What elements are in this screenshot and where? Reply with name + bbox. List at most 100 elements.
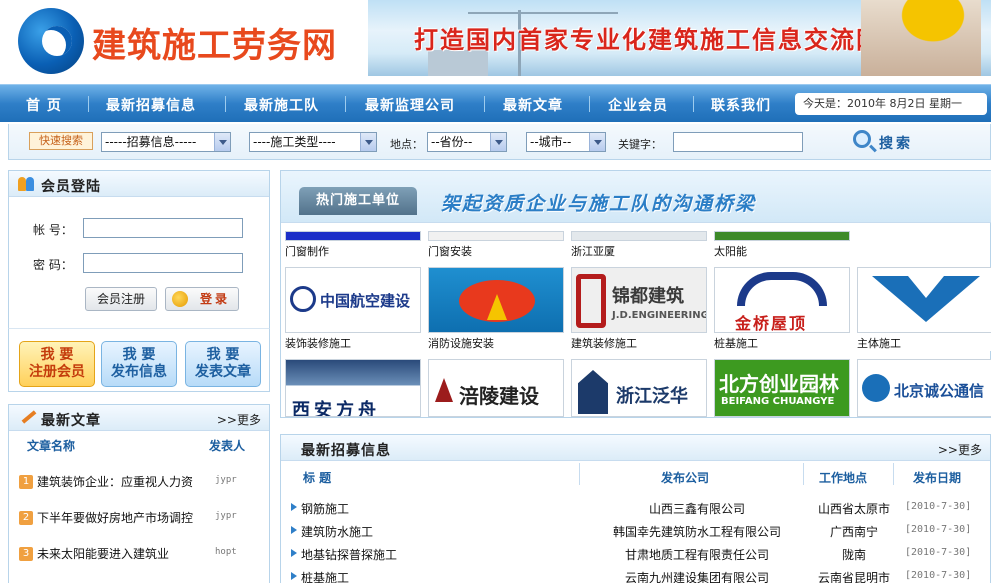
- recruit-date: [2010-7-30]: [905, 524, 972, 535]
- password-input[interactable]: [83, 253, 243, 273]
- recruit-title-link[interactable]: 钢筋施工: [301, 500, 349, 517]
- company-caption[interactable]: 消防设施安装: [428, 335, 494, 351]
- nav-teams[interactable]: 最新施工队: [244, 95, 319, 115]
- article-row[interactable]: 2 下半年要做好房地产市场调控 jypr: [19, 509, 259, 527]
- site-logo[interactable]: 建筑施工劳务网: [18, 6, 358, 74]
- register-member-button[interactable]: 我 要 注册会员: [19, 341, 95, 387]
- logo-text: 北方创业园林: [719, 372, 839, 396]
- company-caption[interactable]: 门窗安装: [428, 243, 472, 259]
- company-caption[interactable]: 装饰装修施工: [285, 335, 351, 351]
- company-tile[interactable]: 北京诚公通信: [855, 359, 991, 417]
- company-tile[interactable]: 主体施工: [855, 267, 991, 351]
- company-tile[interactable]: 浙江泛华: [569, 359, 711, 417]
- register-button[interactable]: 会员注册: [85, 287, 157, 311]
- article-row[interactable]: 3 未来太阳能要进入建筑业 hopt: [19, 545, 259, 563]
- company-tile[interactable]: 涪陵建设: [426, 359, 568, 417]
- company-tile[interactable]: 西安方舟: [283, 359, 425, 417]
- chevron-down-icon[interactable]: [589, 133, 605, 151]
- chevron-down-icon[interactable]: [490, 133, 506, 151]
- company-tile[interactable]: 锦都建筑 J.D.ENGINEERING 建筑装修施工: [569, 267, 711, 351]
- jd-emblem-icon: [576, 274, 606, 328]
- company-logo: [571, 231, 707, 241]
- logo-text: 涪陵建设: [459, 384, 539, 408]
- search-bar: 快速搜索 -----招募信息----- ----施工类型---- 地点： --省…: [8, 124, 991, 160]
- company-caption[interactable]: 太阳能: [714, 243, 747, 259]
- company-tile[interactable]: 浙江亚厦: [569, 231, 711, 261]
- featured-tab[interactable]: 热门施工单位: [299, 187, 417, 215]
- province-select[interactable]: --省份--: [427, 132, 507, 152]
- telecom-emblem-icon: [862, 374, 890, 402]
- construction-type-select[interactable]: ----施工类型----: [249, 132, 377, 152]
- company-caption[interactable]: 桩基施工: [714, 335, 758, 351]
- recruit-title-link[interactable]: 地基钻探普探施工: [301, 546, 397, 563]
- nav-articles[interactable]: 最新文章: [503, 95, 563, 115]
- nav-divider: [225, 96, 226, 112]
- company-caption[interactable]: 门窗制作: [285, 243, 329, 259]
- crane-jib: [468, 12, 618, 14]
- bullet-arrow-icon: [291, 503, 301, 511]
- action-line1: 我 要: [40, 347, 74, 363]
- latest-recruit-panel: 最新招募信息 >>更多 标 题 发布公司 工作地点 发布日期 钢筋施工 山西三鑫…: [280, 434, 991, 583]
- company-tile[interactable]: 北方创业园林 BEIFANG CHUANGYE: [712, 359, 854, 417]
- company-logo: [285, 231, 421, 241]
- nav-recruit[interactable]: 最新招募信息: [106, 95, 196, 115]
- chevron-down-icon[interactable]: [214, 133, 230, 151]
- title-column-header: 标 题: [303, 471, 332, 485]
- company-logo: 金桥屋顶: [714, 267, 850, 333]
- company-logo: 西安方舟: [285, 359, 421, 417]
- logo-emblem-icon: [18, 8, 84, 74]
- article-title[interactable]: 未来太阳能要进入建筑业: [37, 545, 169, 562]
- article-title[interactable]: 建筑装饰企业：应重视人力资: [37, 473, 193, 490]
- company-caption[interactable]: 建筑装修施工: [571, 335, 637, 351]
- login-panel-header: 会员登陆: [9, 171, 269, 197]
- login-button-label: 登录: [200, 292, 231, 306]
- recruit-type-select[interactable]: -----招募信息-----: [101, 132, 231, 152]
- account-input[interactable]: [83, 218, 243, 238]
- city-select[interactable]: --城市--: [526, 132, 606, 152]
- nav-contact[interactable]: 联系我们: [711, 95, 771, 115]
- chevron-down-icon[interactable]: [360, 133, 376, 151]
- recruit-location: 陇南: [841, 548, 866, 562]
- nav-supervision[interactable]: 最新监理公司: [365, 95, 455, 115]
- company-tile[interactable]: 门窗安装: [426, 231, 568, 261]
- post-article-button[interactable]: 我 要 发表文章: [185, 341, 261, 387]
- post-info-button[interactable]: 我 要 发布信息: [101, 341, 177, 387]
- logo-text: 金桥屋顶: [735, 314, 808, 333]
- column-divider: [893, 463, 894, 485]
- nav-divider: [88, 96, 89, 112]
- members-icon: [18, 177, 36, 191]
- company-tile[interactable]: 太阳能: [712, 231, 854, 261]
- quick-search-button[interactable]: 快速搜索: [29, 132, 93, 150]
- nav-home[interactable]: 首 页: [26, 95, 62, 115]
- article-title[interactable]: 下半年要做好房地产市场调控: [37, 509, 193, 526]
- company-tile[interactable]: 中国航空建设 装饰装修施工: [283, 267, 425, 351]
- article-row[interactable]: 1 建筑装饰企业：应重视人力资 jypr: [19, 473, 259, 491]
- company-tile[interactable]: 消防设施安装: [426, 267, 568, 351]
- company-logo: 涪陵建设: [428, 359, 564, 417]
- recruit-title-link[interactable]: 桩基施工: [301, 569, 349, 583]
- company-caption[interactable]: 浙江亚厦: [571, 243, 615, 259]
- recruit-row[interactable]: 钢筋施工 山西三鑫有限公司 山西省太原市 [2010-7-30]: [291, 497, 989, 519]
- featured-companies-panel: 热门施工单位 架起资质企业与施工队的沟通桥梁 门窗制作 门窗安装 浙江亚厦 太阳…: [280, 170, 991, 418]
- logo-text: 浙江泛华: [616, 386, 688, 407]
- logo-text: 西安方舟: [292, 400, 380, 417]
- keyword-input[interactable]: [673, 132, 803, 152]
- w-notch: [908, 276, 944, 298]
- nav-members[interactable]: 企业会员: [608, 95, 668, 115]
- search-button[interactable]: 搜索: [851, 128, 921, 154]
- recruit-row[interactable]: 地基钻探普探施工 甘肃地质工程有限责任公司 陇南 [2010-7-30]: [291, 543, 989, 565]
- company-caption[interactable]: 主体施工: [857, 335, 901, 351]
- recruit-title-link[interactable]: 建筑防水施工: [301, 523, 373, 540]
- article-rank: 3: [19, 547, 33, 561]
- articles-more-link[interactable]: >>更多: [217, 411, 261, 428]
- recruit-row[interactable]: 桩基施工 云南九州建设集团有限公司 云南省昆明市 [2010-7-30]: [291, 566, 989, 583]
- logo-subtext: J.D.ENGINEERING: [612, 310, 707, 321]
- company-logo: 浙江泛华: [571, 359, 707, 417]
- login-button[interactable]: 登录: [165, 287, 239, 311]
- recruit-row[interactable]: 建筑防水施工 韩国幸先建筑防水工程有限公司 广西南宁 [2010-7-30]: [291, 520, 989, 542]
- article-rank: 2: [19, 511, 33, 525]
- banner-slogan: 打造国内首家专业化建筑施工信息交流网站: [414, 26, 908, 54]
- company-tile[interactable]: 金桥屋顶 桩基施工: [712, 267, 854, 351]
- recruit-more-link[interactable]: >>更多: [938, 441, 982, 458]
- company-tile[interactable]: 门窗制作: [283, 231, 425, 261]
